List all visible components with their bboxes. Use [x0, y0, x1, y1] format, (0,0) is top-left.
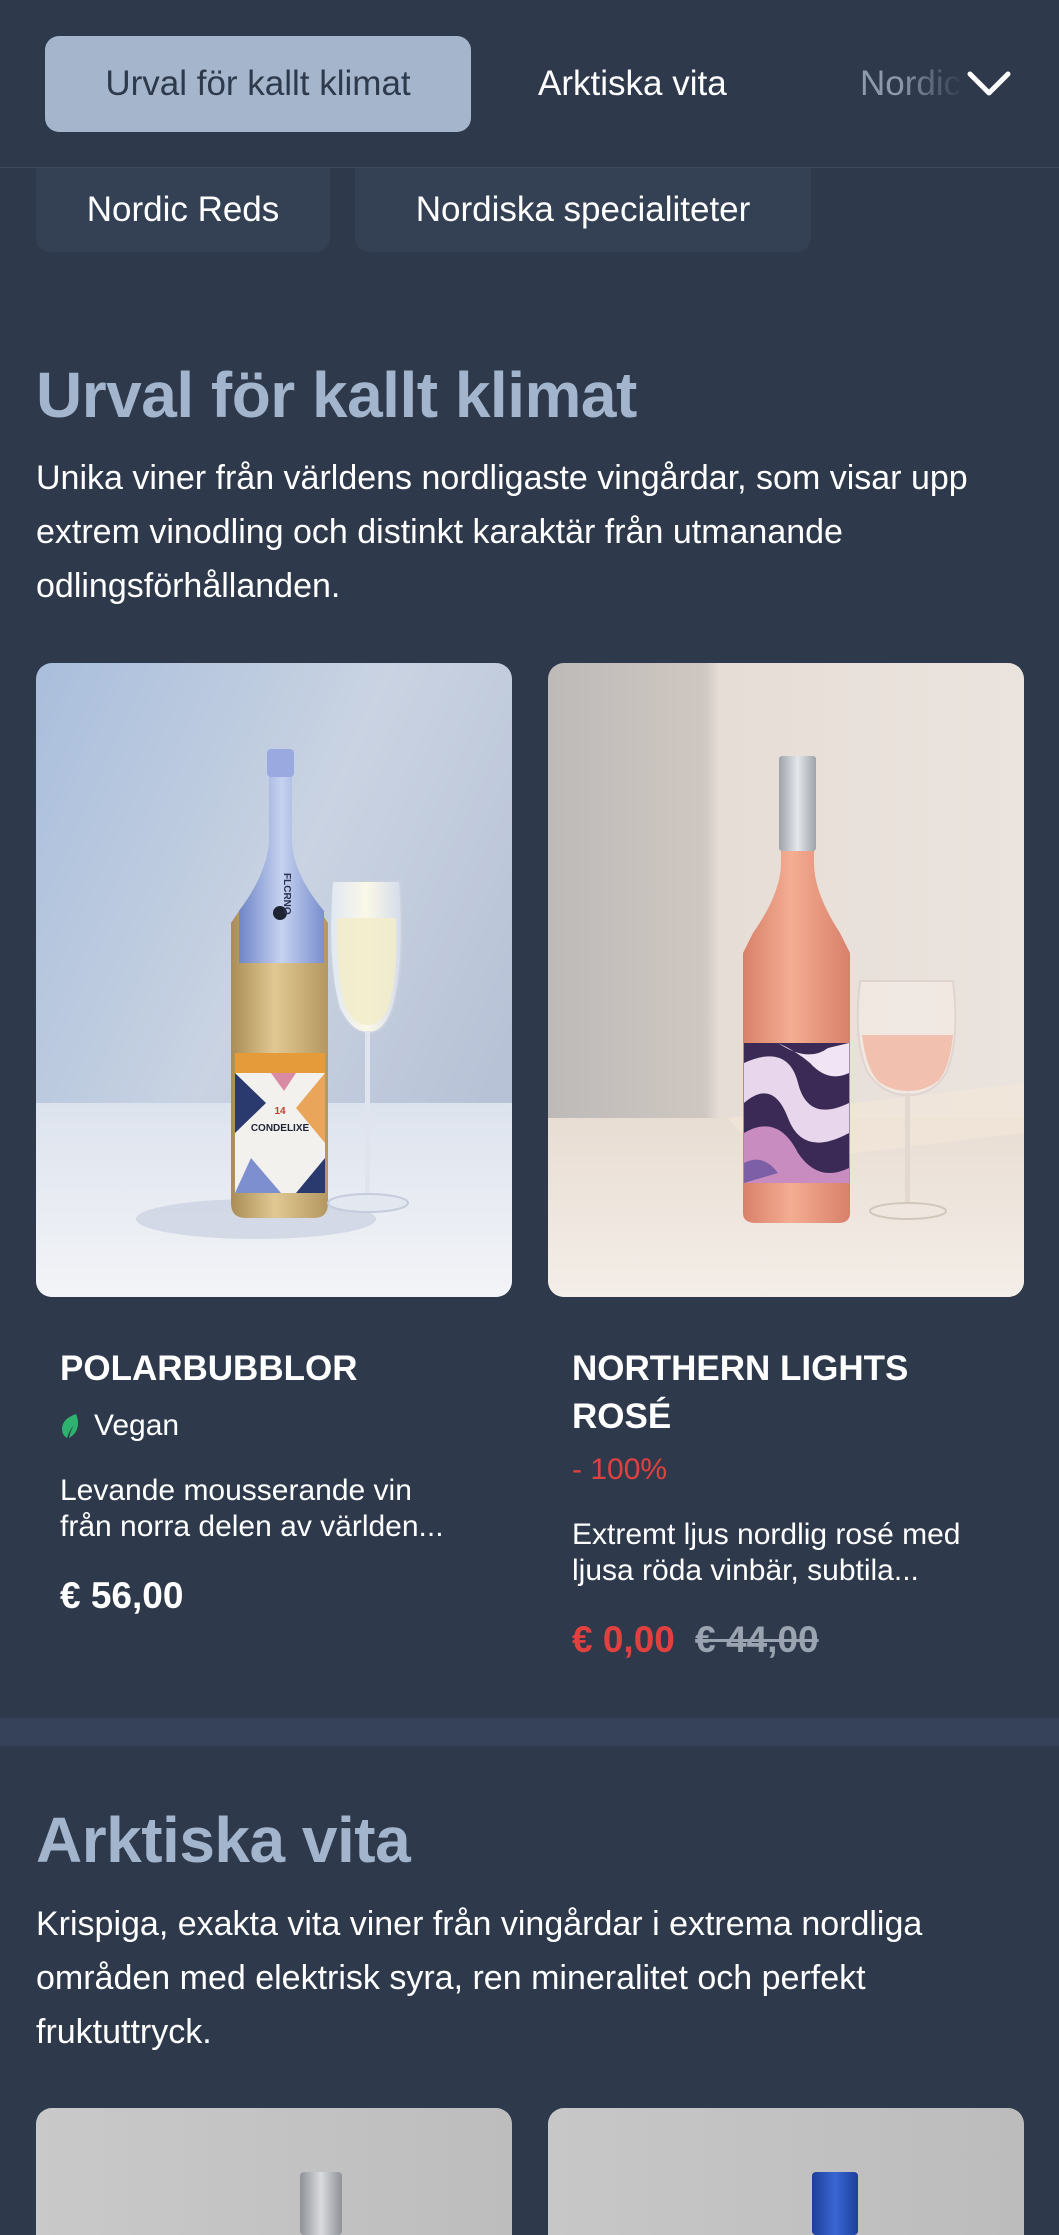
discount-badge: - 100%: [572, 1453, 668, 1486]
section-description-arctic-whites: Krispiga, exakta vita viner från vingård…: [36, 1905, 923, 2051]
product-image-arctic-white-2[interactable]: [548, 2108, 1024, 2235]
product-description-line: Levande mousserande vin: [60, 1474, 412, 1507]
original-price: € 44,00: [695, 1619, 819, 1660]
svg-text:14: 14: [274, 1106, 286, 1117]
product-description-line: från norra delen av världen...: [60, 1510, 444, 1543]
product-name[interactable]: NORTHERN LIGHTS ROSÉ: [572, 1345, 1012, 1441]
vegan-label: Vegan: [94, 1409, 180, 1442]
product-name[interactable]: POLARBUBBLOR: [60, 1345, 500, 1393]
product-image-polarbubblor[interactable]: FLCRNO 14 CONDELIXE: [36, 663, 512, 1297]
chevron-down-icon: [967, 71, 1011, 96]
product-image-arctic-white-1[interactable]: [36, 2108, 512, 2235]
sparkling-wine-photo: FLCRNO 14 CONDELIXE: [36, 663, 512, 1297]
white-wine-photo: [36, 2108, 512, 2235]
product-info-northern-lights-rose: NORTHERN LIGHTS ROSÉ - 100% Extremt ljus…: [572, 1345, 1012, 1661]
product-price: € 56,00: [60, 1575, 184, 1616]
section-title-cold-climate: Urval för kallt klimat: [36, 359, 637, 431]
leaf-icon: [62, 1414, 78, 1438]
svg-text:FLCRNO: FLCRNO: [281, 873, 292, 915]
section-title-arctic-whites: Arktiska vita: [36, 1804, 411, 1876]
product-description: Levande mousserande vin från norra delen…: [60, 1473, 500, 1545]
product-name-line: NORTHERN LIGHTS: [572, 1349, 909, 1388]
category-tab-bar: Urval för kallt klimat Arktiska vita Nor…: [0, 0, 1059, 168]
expand-tabs-button[interactable]: [955, 50, 1023, 118]
section-description-cold-climate: Unika viner från världens nordligaste vi…: [36, 459, 968, 605]
product-description: Extremt ljus nordlig rosé med ljusa röda…: [572, 1517, 1012, 1589]
white-wine-photo: [548, 2108, 1024, 2235]
product-price: € 0,00 € 44,00: [572, 1619, 1012, 1661]
section-divider: [0, 1718, 1059, 1746]
sale-price: € 0,00: [572, 1619, 675, 1660]
product-info-polarbubblor: POLARBUBBLOR Vegan Levande mousserande v…: [60, 1345, 500, 1617]
tab-urval-for-kallt-klimat[interactable]: Urval för kallt klimat: [45, 36, 471, 132]
vegan-badge: Vegan: [60, 1409, 500, 1443]
product-image-northern-lights-rose[interactable]: [548, 663, 1024, 1297]
product-name-line: ROSÉ: [572, 1397, 672, 1436]
tab-arktiska-vita[interactable]: Arktiska vita: [538, 36, 727, 132]
svg-text:CONDELIXE: CONDELIXE: [251, 1123, 310, 1134]
tab-nordiska-specialiteter[interactable]: Nordiska specialiteter: [355, 168, 811, 252]
rose-wine-photo: [548, 663, 1024, 1297]
tab-nordic-reds[interactable]: Nordic Reds: [36, 168, 330, 252]
product-description-line: ljusa röda vinbär, subtila...: [572, 1554, 919, 1587]
product-description-line: Extremt ljus nordlig rosé med: [572, 1518, 961, 1551]
